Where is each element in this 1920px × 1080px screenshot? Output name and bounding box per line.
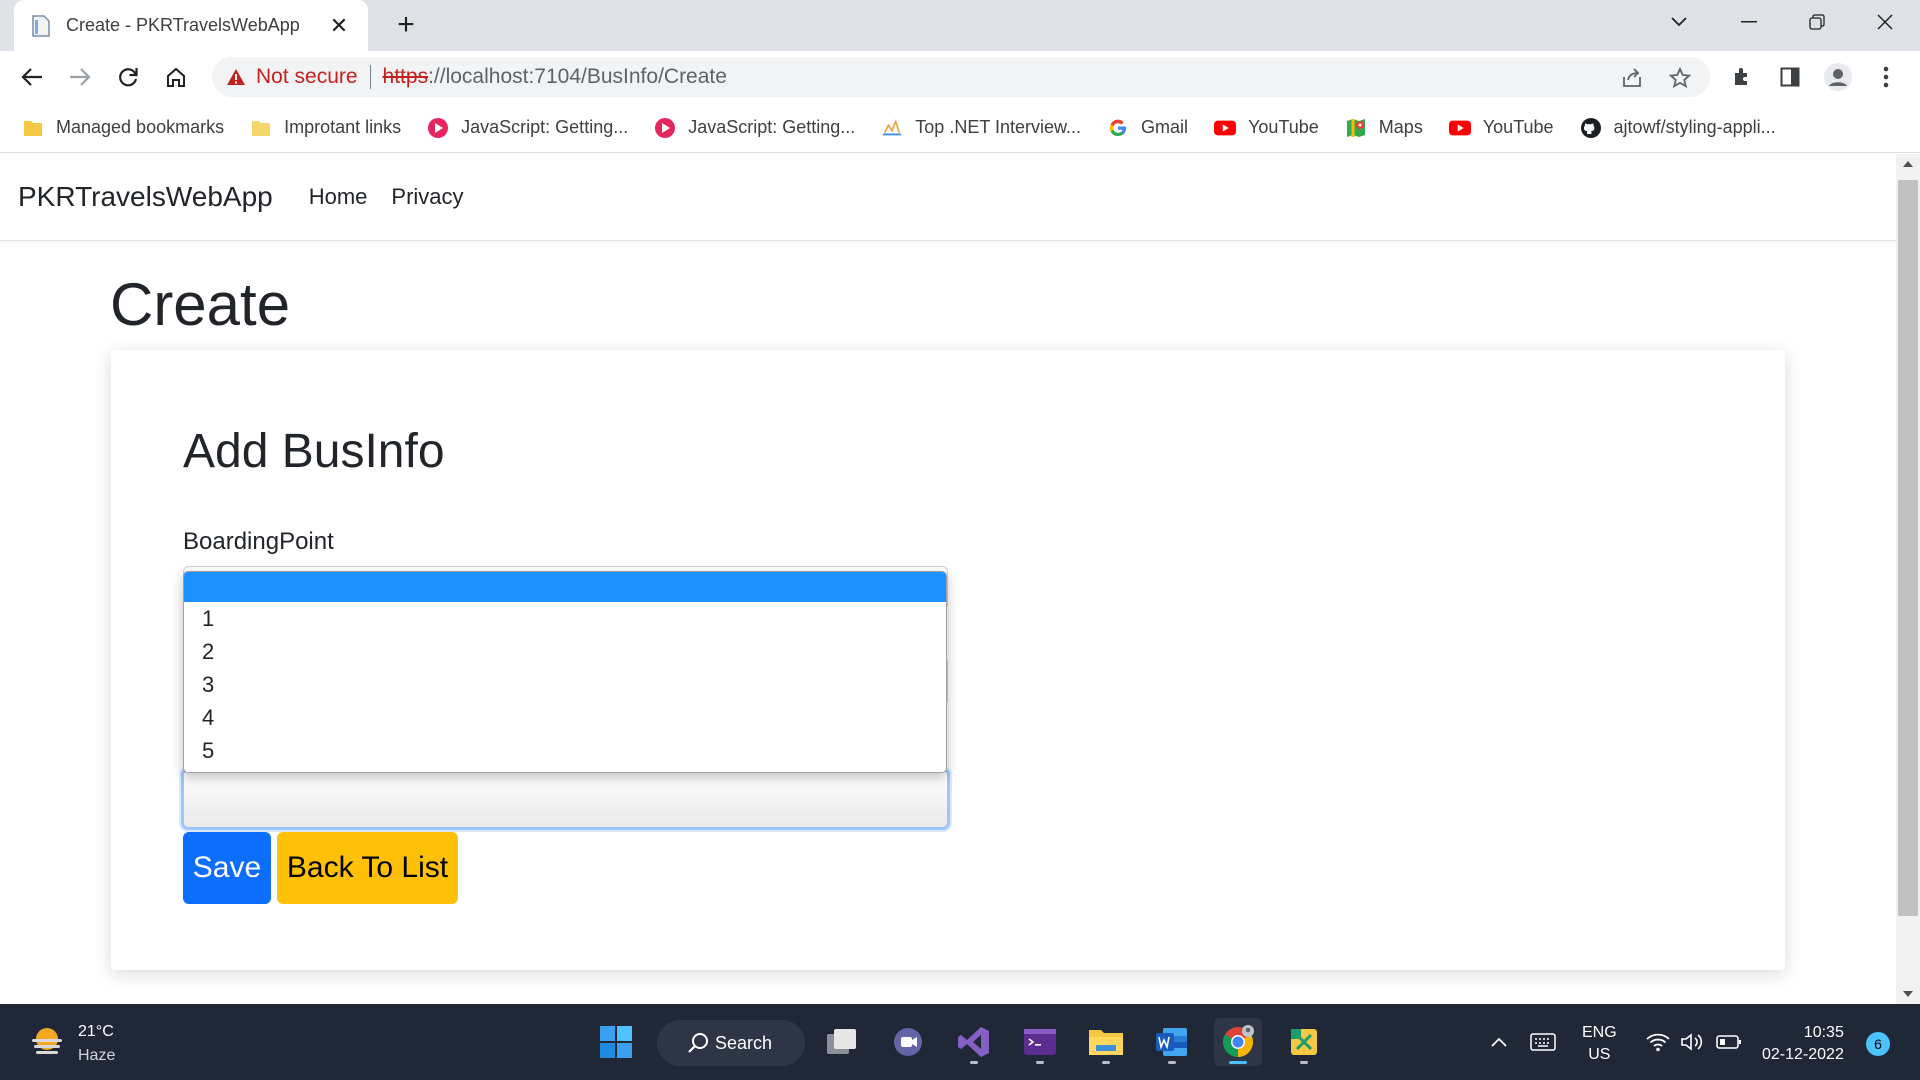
dropdown-option[interactable]: 1 xyxy=(184,602,946,635)
reload-icon[interactable] xyxy=(110,59,146,95)
start-button[interactable] xyxy=(592,1018,640,1066)
dropdown-option-empty[interactable] xyxy=(184,572,946,602)
notification-badge[interactable]: 6 xyxy=(1866,1032,1890,1056)
nav-privacy-link[interactable]: Privacy xyxy=(391,184,463,210)
temperature-label: 21°C xyxy=(78,1023,114,1040)
bookmark-javascript-2[interactable]: JavaScript: Getting... xyxy=(654,117,855,139)
form-input-focused[interactable] xyxy=(181,768,950,830)
folder-icon xyxy=(250,117,272,139)
scroll-down-arrow-icon[interactable] xyxy=(1896,984,1920,1004)
battery-icon[interactable] xyxy=(1716,1004,1742,1080)
word-icon[interactable] xyxy=(1148,1018,1196,1066)
play-icon xyxy=(654,117,676,139)
not-secure-label[interactable]: Not secure xyxy=(256,65,358,89)
volume-icon[interactable] xyxy=(1680,1004,1704,1080)
forward-arrow-icon[interactable] xyxy=(62,59,98,95)
address-bar[interactable]: Not secure https://localhost:7104/BusInf… xyxy=(212,57,1710,97)
address-separator xyxy=(369,65,371,89)
profile-avatar-icon[interactable] xyxy=(1822,61,1854,93)
running-indicator xyxy=(1168,1061,1176,1064)
bookmark-youtube-1[interactable]: YouTube xyxy=(1214,117,1319,139)
windows-taskbar: 21°C Haze Search ENG US 10:35 02-12-2022… xyxy=(0,1004,1920,1080)
bookmark-javascript-1[interactable]: JavaScript: Getting... xyxy=(427,117,628,139)
page-title: Create xyxy=(110,271,291,338)
keyboard-icon[interactable] xyxy=(1530,1004,1556,1080)
share-icon[interactable] xyxy=(1620,66,1644,90)
save-button[interactable]: Save xyxy=(183,832,271,904)
weather-condition-label: Haze xyxy=(78,1047,116,1064)
folder-icon xyxy=(22,117,44,139)
file-explorer-icon[interactable] xyxy=(1082,1018,1130,1066)
browser-toolbar: Not secure https://localhost:7104/BusInf… xyxy=(0,51,1920,103)
dropdown-option[interactable]: 2 xyxy=(184,635,946,668)
page-scrollbar[interactable] xyxy=(1896,154,1920,1004)
close-window-button[interactable] xyxy=(1850,0,1920,44)
chrome-icon[interactable] xyxy=(1214,1018,1262,1066)
running-indicator xyxy=(1102,1061,1110,1064)
site-icon xyxy=(881,117,903,139)
teams-chat-icon[interactable] xyxy=(884,1018,932,1066)
search-label: Search xyxy=(715,1032,773,1053)
nav-home-link[interactable]: Home xyxy=(309,184,368,210)
github-icon xyxy=(1580,117,1602,139)
restore-button[interactable] xyxy=(1782,0,1852,44)
visual-studio-icon[interactable] xyxy=(950,1018,998,1066)
system-clock[interactable]: 10:35 02-12-2022 xyxy=(1762,1022,1844,1066)
dropdown-option[interactable]: 4 xyxy=(184,701,946,734)
back-to-list-button[interactable]: Back To List xyxy=(277,832,458,904)
side-panel-icon[interactable] xyxy=(1774,61,1806,93)
haze-weather-icon xyxy=(28,1025,66,1064)
extensions-icon[interactable] xyxy=(1726,61,1758,93)
scroll-up-arrow-icon[interactable] xyxy=(1896,154,1920,174)
bookmark-maps[interactable]: Maps xyxy=(1345,117,1423,139)
boarding-point-dropdown: 1 2 3 4 5 xyxy=(183,571,947,773)
page-icon xyxy=(30,14,52,37)
language-indicator[interactable]: ENG US xyxy=(1582,1022,1617,1066)
running-indicator xyxy=(1036,1061,1044,1064)
running-indicator xyxy=(970,1061,978,1064)
bookmark-youtube-2[interactable]: YouTube xyxy=(1448,117,1554,139)
bookmark-github[interactable]: ajtowf/styling-appli... xyxy=(1580,117,1776,139)
taskbar-search[interactable]: Search xyxy=(657,1020,805,1066)
bookmark-star-icon[interactable] xyxy=(1668,66,1692,90)
url-text[interactable]: https://localhost:7104/BusInfo/Create xyxy=(383,65,727,89)
bookmark-dotnet[interactable]: Top .NET Interview... xyxy=(881,117,1081,139)
close-tab-icon[interactable]: ✕ xyxy=(326,13,352,39)
running-indicator xyxy=(1300,1061,1308,1064)
home-icon[interactable] xyxy=(158,59,194,95)
browser-tab[interactable]: Create - PKRTravelsWebApp ✕ xyxy=(14,0,368,51)
browser-menu-icon[interactable] xyxy=(1870,61,1902,93)
bookmark-gmail[interactable]: Gmail xyxy=(1107,117,1188,139)
site-navbar: PKRTravelsWebApp Home Privacy xyxy=(0,154,1896,241)
youtube-icon xyxy=(1448,117,1471,139)
tab-title: Create - PKRTravelsWebApp xyxy=(66,15,300,35)
youtube-icon xyxy=(1214,117,1237,139)
show-hidden-icons-chevron-icon[interactable] xyxy=(1490,1004,1508,1080)
play-icon xyxy=(427,117,449,139)
warning-icon[interactable] xyxy=(226,68,246,86)
dropdown-option[interactable]: 5 xyxy=(184,734,946,767)
bookmark-managed[interactable]: Managed bookmarks xyxy=(22,117,224,139)
scrollbar-thumb[interactable] xyxy=(1898,180,1918,916)
form-title: Add BusInfo xyxy=(183,425,445,478)
site-brand-link[interactable]: PKRTravelsWebApp xyxy=(18,181,273,213)
bookmark-improtant-links[interactable]: Improtant links xyxy=(250,117,401,139)
boarding-point-label: BoardingPoint xyxy=(183,528,334,555)
search-icon xyxy=(687,1032,709,1059)
wifi-icon[interactable] xyxy=(1646,1004,1670,1080)
maps-icon xyxy=(1345,117,1367,139)
active-indicator xyxy=(1229,1061,1247,1064)
back-arrow-icon[interactable] xyxy=(14,59,50,95)
browser-titlebar: Create - PKRTravelsWebApp ✕ + xyxy=(0,0,1920,51)
snipping-tool-icon[interactable] xyxy=(1280,1018,1328,1066)
minimize-button[interactable] xyxy=(1714,0,1784,44)
google-icon xyxy=(1107,117,1129,139)
weather-widget[interactable]: 21°C Haze xyxy=(28,1020,115,1068)
tab-search-icon[interactable] xyxy=(1644,0,1714,44)
task-view-icon[interactable] xyxy=(818,1018,866,1066)
new-tab-button[interactable]: + xyxy=(388,8,424,44)
bookmarks-bar: Managed bookmarks Improtant links JavaSc… xyxy=(0,103,1920,153)
dropdown-option[interactable]: 3 xyxy=(184,668,946,701)
terminal-icon[interactable] xyxy=(1016,1018,1064,1066)
